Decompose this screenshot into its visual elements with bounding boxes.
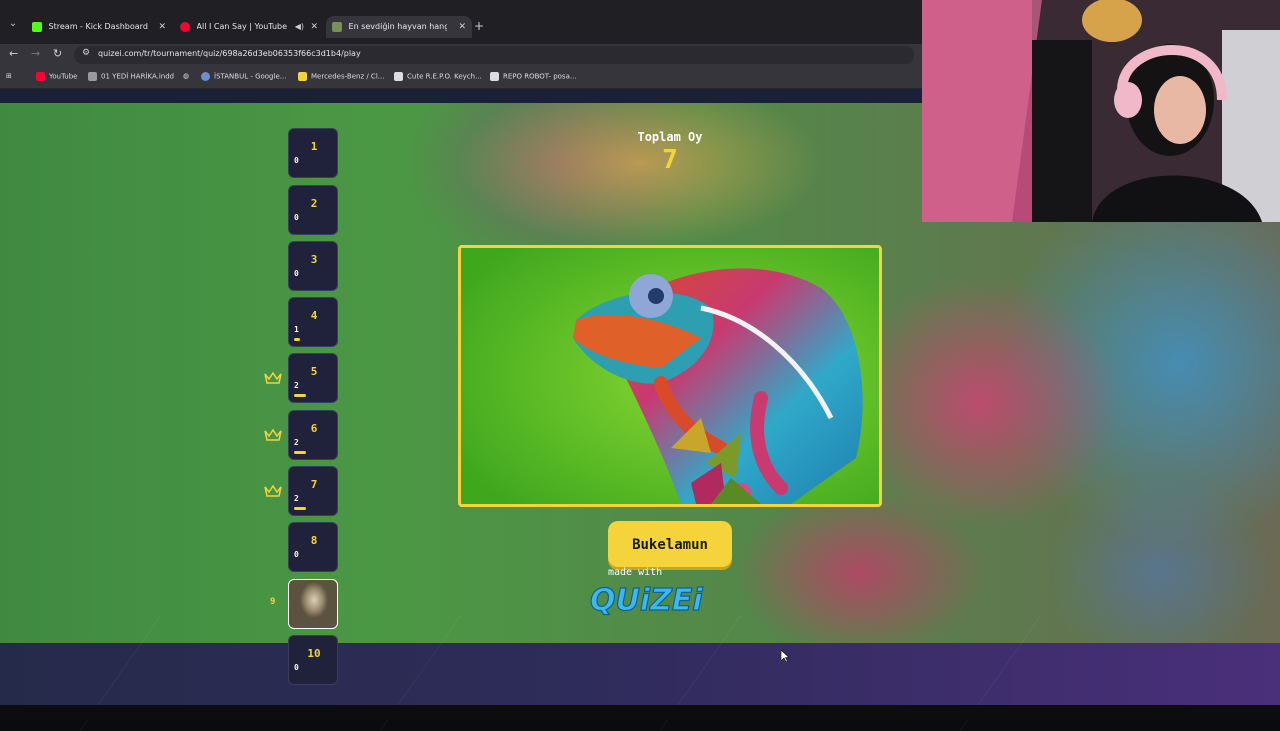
slot-vote-count: 0 <box>294 213 299 222</box>
url-text: quizei.com/tr/tournament/quiz/698a26d3eb… <box>98 49 361 58</box>
tab-title: All I Can Say | YouTube Mu <box>196 22 289 31</box>
crown-icon <box>264 428 282 441</box>
tab-bar: ⌄ Stream - Kick Dashboard ✕ All I Can Sa… <box>0 0 922 44</box>
page-footer-area <box>0 615 1280 731</box>
made-with-label: made with <box>608 567 663 578</box>
webcam-overlay <box>922 0 1280 222</box>
quizei-logo-text: QUiZEi <box>590 583 703 616</box>
slot-vote-count: 0 <box>294 663 299 672</box>
w-logo-icon <box>490 72 499 81</box>
reload-icon[interactable]: ↻ <box>53 47 62 60</box>
total-votes-label: Toplam Oy <box>637 130 703 144</box>
vote-share-bar <box>294 394 306 397</box>
slot-vote-count: 2 <box>294 438 299 447</box>
slot-number: 5 <box>310 365 318 378</box>
kick-favicon-icon <box>32 22 42 32</box>
mouse-cursor-icon <box>781 650 789 662</box>
slot-1[interactable]: 1 0 <box>288 128 338 178</box>
slot-number: 10 <box>307 647 321 660</box>
url-field[interactable]: ⚙ quizei.com/tr/tournament/quiz/698a26d3… <box>74 46 914 64</box>
slot-vote-count: 2 <box>294 494 299 503</box>
globe-icon: ◍ <box>183 72 190 80</box>
folder-icon <box>88 72 97 81</box>
chameleon-photo <box>458 245 882 507</box>
slot-vote-count: 0 <box>294 156 299 165</box>
quizei-favicon-icon <box>332 22 342 32</box>
page-top-strip <box>0 89 922 103</box>
slot-number: 8 <box>310 534 318 547</box>
slot-3[interactable]: 3 0 <box>288 241 338 291</box>
slot-number: 4 <box>310 309 318 322</box>
youtube-music-favicon-icon <box>180 22 190 32</box>
tab-kick-dashboard[interactable]: Stream - Kick Dashboard ✕ <box>26 16 172 38</box>
slot-vote-count: 0 <box>294 550 299 559</box>
vote-share-bar <box>294 338 300 341</box>
slot-number: 2 <box>310 197 318 210</box>
vote-share-bar <box>294 451 306 454</box>
slot-6[interactable]: 6 2 <box>288 410 338 460</box>
bookmark-youtube[interactable]: YouTube <box>36 72 77 81</box>
close-tab-icon[interactable]: ✕ <box>458 16 466 38</box>
slot-5[interactable]: 5 2 <box>288 353 338 403</box>
back-icon[interactable]: ← <box>9 47 18 60</box>
forward-icon[interactable]: → <box>31 47 40 60</box>
google-maps-icon <box>201 72 210 81</box>
bookmark-mercedes[interactable]: Mercedes-Benz / Cl... <box>298 72 384 81</box>
slot-vote-count: 0 <box>294 269 299 278</box>
tab-title: Stream - Kick Dashboard <box>48 22 148 31</box>
crown-icon <box>264 484 282 497</box>
w-logo-icon <box>394 72 403 81</box>
streamer-webcam-illustration <box>922 0 1280 222</box>
bookmark-repo-keychain[interactable]: Cute R.E.P.O. Keych... <box>394 72 482 81</box>
tab-quizei[interactable]: En sevdiğin hayvan hangisi ? ✕ <box>326 16 472 38</box>
new-tab-icon[interactable]: + <box>474 19 484 33</box>
tab-youtube-music[interactable]: All I Can Say | YouTube Mu ◀) ✕ <box>174 16 324 38</box>
crown-icon <box>264 371 282 384</box>
slot-vote-count: 1 <box>294 325 299 334</box>
vote-share-bar <box>294 507 306 510</box>
bookmark-istanbul[interactable]: İSTANBUL - Google... <box>201 72 286 81</box>
slot-number: 1 <box>310 140 318 153</box>
bookmarks-bar: ⊞ YouTube 01 YEDİ HARİKA.indd ◍ İSTANBUL… <box>0 66 922 89</box>
slot-number: 3 <box>310 253 318 266</box>
slot-10[interactable]: 10 0 <box>288 635 338 685</box>
close-tab-icon[interactable]: ✕ <box>158 16 166 38</box>
slot-number: 6 <box>310 422 318 435</box>
tab-search-icon[interactable]: ⌄ <box>6 17 20 31</box>
slot-number: 7 <box>310 478 318 491</box>
address-bar: ← → ↻ ⚙ quizei.com/tr/tournament/quiz/69… <box>0 44 922 66</box>
slot-9-cobra-thumbnail[interactable] <box>288 579 338 629</box>
speaker-icon[interactable]: ◀) <box>295 16 304 38</box>
bookmark-repo-robot[interactable]: REPO ROBOT- posa... <box>490 72 577 81</box>
close-tab-icon[interactable]: ✕ <box>310 16 318 38</box>
slot-8[interactable]: 8 0 <box>288 522 338 572</box>
slot-7[interactable]: 7 2 <box>288 466 338 516</box>
quizei-logo[interactable]: QUiZEi <box>590 580 710 616</box>
slot-2[interactable]: 2 0 <box>288 185 338 235</box>
answer-button[interactable]: Bukelamun <box>608 521 732 567</box>
slot-vote-count: 2 <box>294 381 299 390</box>
apps-grid-icon[interactable]: ⊞ <box>6 72 12 80</box>
bookmark-yedi-harika[interactable]: 01 YEDİ HARİKA.indd <box>88 72 174 81</box>
slot-4[interactable]: 4 1 <box>288 297 338 347</box>
chameleon-illustration <box>461 248 879 504</box>
youtube-icon <box>36 72 45 81</box>
bottom-bar <box>0 705 1280 720</box>
slot-9-label: 9 <box>270 597 276 607</box>
site-info-icon[interactable]: ⚙ <box>82 48 90 58</box>
total-votes-value: 7 <box>662 145 678 175</box>
s-logo-icon <box>298 72 307 81</box>
tab-title: En sevdiğin hayvan hangisi ? <box>348 22 447 31</box>
